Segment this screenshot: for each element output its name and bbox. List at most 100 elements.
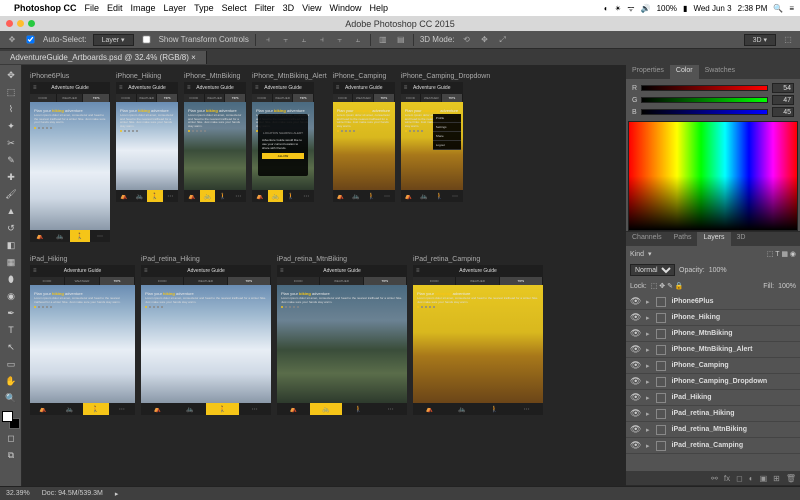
app-name[interactable]: Photoshop CC: [14, 3, 77, 13]
mockup-tab[interactable]: WEATHER: [205, 94, 226, 102]
notification-center-icon[interactable]: ≡: [789, 4, 794, 13]
nav-hike-icon[interactable]: 🚶: [342, 403, 375, 415]
artboard-wrapper[interactable]: iPhone_MtnBiking ≡Adventure Guide FOODWE…: [184, 73, 246, 242]
layer-row[interactable]: 👁 ▸ iPad_Hiking: [626, 390, 800, 406]
document-tab[interactable]: AdventureGuide_Artboards.psd @ 32.4% (RG…: [0, 51, 207, 64]
disclosure-icon[interactable]: ▸: [646, 442, 650, 450]
mac-menu-item[interactable]: Layer: [164, 3, 187, 13]
mockup-tab[interactable]: WEATHER: [456, 277, 499, 285]
artboard-wrapper[interactable]: iPhone_Camping ≡Adventure Guide FOODWEAT…: [333, 73, 395, 242]
artboard-wrapper[interactable]: iPhone6Plus ≡Adventure Guide FOODWEATHER…: [30, 73, 110, 242]
nav-more-icon[interactable]: ⋯: [109, 403, 135, 415]
mockup-tab[interactable]: FOOD: [277, 277, 320, 285]
nav-hike-icon[interactable]: 🚶: [70, 230, 90, 242]
panel-tab[interactable]: Color: [670, 65, 699, 79]
mac-menu-item[interactable]: Window: [329, 3, 361, 13]
nav-tent-icon[interactable]: ⛺: [401, 190, 417, 202]
nav-hike-icon[interactable]: 🚶: [215, 190, 231, 202]
b-value[interactable]: [772, 107, 794, 117]
g-slider[interactable]: [641, 97, 768, 103]
link-layers-icon[interactable]: ⚯: [711, 474, 718, 483]
mockup-tab[interactable]: FOOD: [30, 94, 57, 102]
layer-name[interactable]: iPhone_MtnBiking: [672, 330, 733, 337]
visibility-icon[interactable]: 👁: [630, 296, 640, 307]
nav-bike-icon[interactable]: 🚲: [50, 230, 70, 242]
artboard[interactable]: ≡Adventure Guide FOODWEATHERTIPS Plan yo…: [184, 82, 246, 202]
mockup-tab[interactable]: TIPS: [500, 277, 543, 285]
artboard-wrapper[interactable]: iPhone_Camping_Dropdown ≡Adventure Guide…: [401, 73, 491, 242]
nav-tent-icon[interactable]: ⛺: [141, 403, 174, 415]
disclosure-icon[interactable]: ▸: [646, 394, 650, 402]
disclosure-icon[interactable]: ▸: [646, 426, 650, 434]
mac-menu-item[interactable]: Filter: [255, 3, 275, 13]
artboard[interactable]: ≡Adventure Guide FOODWEATHERTIPS Plan yo…: [401, 82, 463, 202]
layer-name[interactable]: iPad_retina_Camping: [672, 442, 744, 449]
nav-tent-icon[interactable]: ⛺: [30, 230, 50, 242]
visibility-icon[interactable]: 👁: [630, 424, 640, 435]
dropdown-menu[interactable]: ProfileSettingsShareLogout: [433, 114, 461, 150]
mockup-tab[interactable]: FOOD: [413, 277, 456, 285]
brush-tool[interactable]: 🖌: [0, 186, 22, 202]
visibility-icon[interactable]: 👁: [630, 392, 640, 403]
burger-icon[interactable]: ≡: [144, 268, 148, 274]
orbit-3d-icon[interactable]: ⟲: [461, 34, 473, 46]
dropdown-item[interactable]: Logout: [433, 141, 461, 150]
nav-hike-icon[interactable]: 🚶: [83, 403, 109, 415]
pen-tool[interactable]: ✒: [0, 305, 22, 321]
artboard-wrapper[interactable]: iPad_Hiking ≡Adventure Guide FOODWEATHER…: [30, 256, 135, 415]
dropdown-item[interactable]: Share: [433, 132, 461, 141]
panel-tab[interactable]: Channels: [626, 232, 668, 246]
mac-menu-item[interactable]: Select: [222, 3, 247, 13]
align-icon[interactable]: ⫠: [298, 34, 310, 46]
nav-bike-icon[interactable]: 🚲: [200, 190, 216, 202]
nav-more-icon[interactable]: ⋯: [447, 190, 463, 202]
layer-name[interactable]: iPhone_Camping_Dropdown: [672, 378, 768, 385]
layers-list[interactable]: 👁 ▸ iPhone6Plus 👁 ▸ iPhone_Hiking 👁 ▸ iP…: [626, 294, 800, 471]
burger-icon[interactable]: ≡: [119, 85, 123, 91]
mask-icon[interactable]: ◻: [736, 474, 743, 483]
g-value[interactable]: [772, 95, 794, 105]
mockup-tab[interactable]: FOOD: [30, 277, 65, 285]
dropdown-item[interactable]: Profile: [433, 114, 461, 123]
lock-icon[interactable]: ⬚ ✥ ✎ 🔒: [651, 282, 684, 290]
nav-tent-icon[interactable]: ⛺: [184, 190, 200, 202]
mockup-tab[interactable]: FOOD: [184, 94, 205, 102]
disclosure-icon[interactable]: ▸: [646, 378, 650, 386]
layer-row[interactable]: 👁 ▸ iPhone_Camping_Dropdown: [626, 374, 800, 390]
nav-hike-icon[interactable]: 🚶: [206, 403, 239, 415]
mockup-tab[interactable]: TIPS: [100, 277, 135, 285]
layer-row[interactable]: 👁 ▸ iPhone_Camping: [626, 358, 800, 374]
visibility-icon[interactable]: 👁: [630, 360, 640, 371]
nav-bike-icon[interactable]: 🚲: [174, 403, 207, 415]
artboard-wrapper[interactable]: iPhone_MtnBiking_Alert ≡Adventure Guide …: [252, 73, 327, 242]
move-tool[interactable]: ✥: [0, 67, 22, 83]
pan-3d-icon[interactable]: ✥: [479, 34, 491, 46]
align-icon[interactable]: ⫟: [280, 34, 292, 46]
trash-icon[interactable]: 🗑: [786, 474, 796, 483]
align-icon[interactable]: ⫟: [334, 34, 346, 46]
dropdown-item[interactable]: Settings: [433, 123, 461, 132]
layer-name[interactable]: iPad_Hiking: [672, 394, 712, 401]
mockup-tab[interactable]: WEATHER: [320, 277, 363, 285]
allow-button[interactable]: ALLOW: [262, 153, 304, 159]
mac-menu-item[interactable]: Help: [369, 3, 388, 13]
panel-tab[interactable]: Layers: [697, 232, 730, 246]
zoom-window-button[interactable]: [28, 20, 35, 27]
disclosure-icon[interactable]: ▸: [646, 346, 650, 354]
mac-menu-item[interactable]: Edit: [107, 3, 123, 13]
panel-tab[interactable]: Paths: [668, 232, 698, 246]
burger-icon[interactable]: ≡: [33, 85, 37, 91]
type-tool[interactable]: T: [0, 322, 22, 338]
panel-tab[interactable]: 3D: [731, 232, 752, 246]
stamp-tool[interactable]: ▲: [0, 203, 22, 219]
nav-hike-icon[interactable]: 🚶: [147, 190, 163, 202]
spotlight-icon[interactable]: 🔍: [773, 4, 783, 13]
layer-row[interactable]: 👁 ▸ iPhone_Hiking: [626, 310, 800, 326]
nav-bike-icon[interactable]: 🚲: [348, 190, 364, 202]
artboard[interactable]: ≡Adventure Guide FOODWEATHERTIPS Plan yo…: [252, 82, 314, 202]
disclosure-icon[interactable]: ▸: [646, 330, 650, 338]
crop-tool[interactable]: ✂: [0, 135, 22, 151]
nav-more-icon[interactable]: ⋯: [231, 190, 247, 202]
layer-name[interactable]: iPad_retina_Hiking: [672, 410, 735, 417]
mac-menu-item[interactable]: 3D: [283, 3, 295, 13]
